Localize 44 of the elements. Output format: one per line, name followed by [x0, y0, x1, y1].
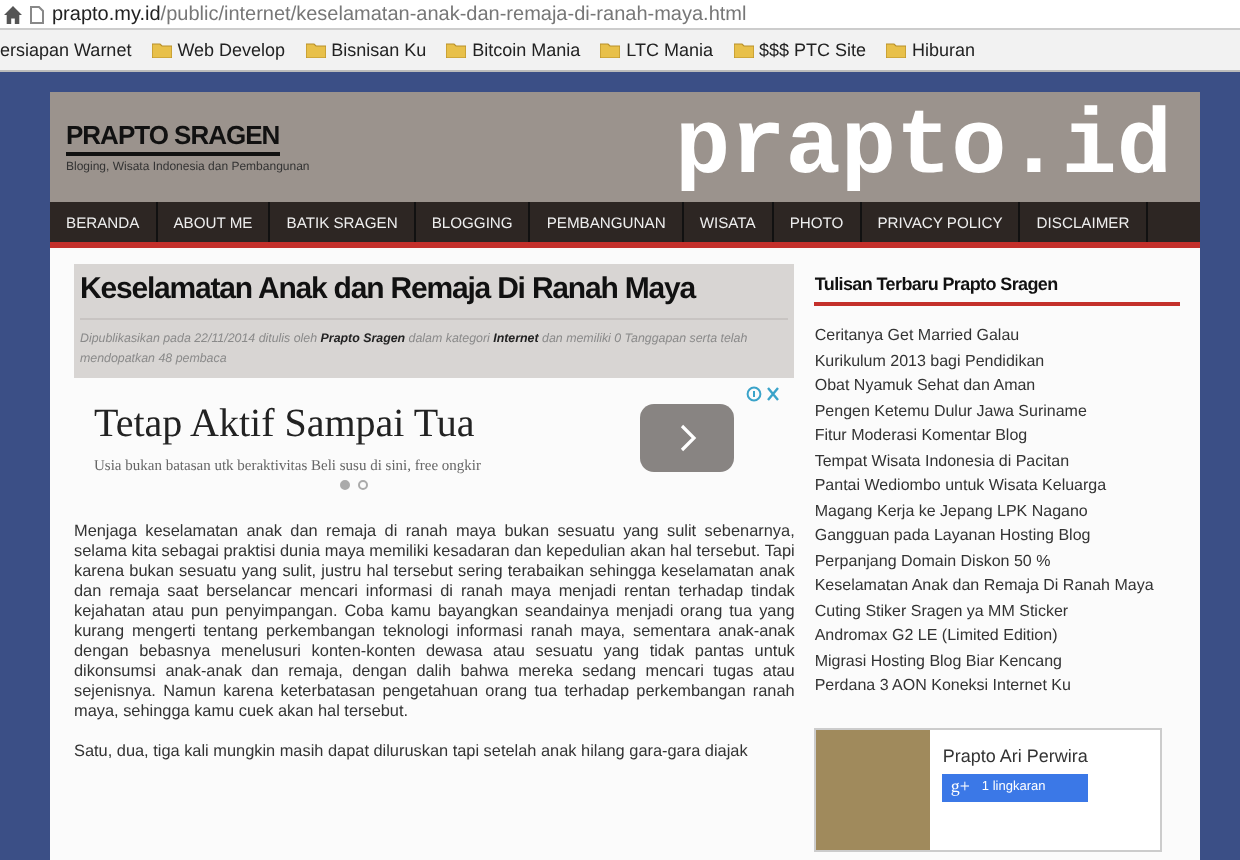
recent-post-link[interactable]: Pantai Wediombo untuk Wisata Keluarga: [814, 474, 1180, 499]
site-logo: prapto.id: [675, 101, 1172, 193]
folder-icon: [886, 42, 907, 58]
recent-post-link[interactable]: Cuting Stiker Sragen ya MM Sticker: [814, 599, 1180, 624]
folder-icon: [151, 42, 172, 58]
folder-icon: [446, 42, 467, 58]
recent-post-link[interactable]: Kurikulum 2013 bagi Pendidikan: [814, 349, 1180, 374]
folder-icon: [600, 42, 621, 58]
chevron-right-icon: [677, 421, 698, 454]
recent-post-link[interactable]: Tempat Wisata Indonesia di Pacitan: [814, 449, 1180, 474]
sidebar-heading: Tulisan Terbaru Prapto Sragen: [814, 264, 1180, 306]
recent-post-link[interactable]: Ceritanya Get Married Galau: [814, 324, 1180, 349]
photo-placeholder: [816, 729, 931, 849]
bookmark-link[interactable]: Web Develop: [177, 40, 286, 60]
bookmark-link[interactable]: ersiapan Warnet: [0, 40, 132, 60]
bookmark-link[interactable]: Bisnisan Ku: [331, 40, 427, 60]
recent-post-link[interactable]: Perpanjang Domain Diskon 50 %: [814, 549, 1180, 574]
carousel-dot[interactable]: [340, 479, 351, 490]
article-title: Keselamatan Anak dan Remaja Di Ranah Maya: [80, 272, 789, 320]
profile-name[interactable]: Prapto Ari Perwira: [942, 745, 1088, 765]
bookmark-link[interactable]: Bitcoin Mania: [472, 40, 581, 60]
recent-post-link[interactable]: Migrasi Hosting Blog Biar Kencang: [814, 649, 1180, 674]
recent-post-link[interactable]: Magang Kerja ke Jepang LPK Nagano: [814, 499, 1180, 524]
recent-post-link[interactable]: Andromax G2 LE (Limited Edition): [814, 624, 1180, 649]
recent-post-link[interactable]: Fitur Moderasi Komentar Blog: [814, 424, 1180, 449]
ad-headline[interactable]: Tetap Aktif Sampai Tua: [94, 401, 482, 448]
article-paragraph: Menjaga keselamatan anak dan remaja di ranah maya bukan sesuatu yang sulit sebenarnya, selama kita sebagai praktisi dunia maya memiliki kesadaran dan kepedulian akan hal tersebut. Tapi karena bukan sesuatu yang sulit, justru hal tersebut sering terabaikan sehingga keselamatan anak dan remaja saat berselancar mencari informasi di ranah maya menjadi rentan terhadap tindak kejahatan atau pun penyimpangan. Coba kamu bayangkan seandainya menjadi orang tua yang kurang mengerti tentang perkembangan teknologi informasi ranah maya, sementara anak-anak dengan bebasnya menelusuri konten-konten dewasa atau sesuatu yang tidak pantas untuk dikonsumsi anak-anak dan remaja, dengan dalih bahwa mereka sedang mencari tugas atau sejenisnya. Namun karena keterbatasan pengetahuan orang tua terhadap perkembangan ranah maya, sehingga kamu cuek akan hal tersebut.: [74, 521, 795, 722]
recent-post-link[interactable]: Gangguan pada Layanan Hosting Blog: [814, 524, 1180, 549]
site-title[interactable]: PRAPTO SRAGEN: [66, 120, 280, 156]
folder-icon: [733, 42, 753, 58]
recent-post-link[interactable]: Keselamatan Anak dan Remaja Di Ranah Maya: [814, 574, 1180, 599]
carousel-dot[interactable]: [358, 479, 369, 490]
ad-choices-icon[interactable]: [746, 385, 783, 402]
recent-post-link[interactable]: Pengen Ketemu Dulur Jawa Suriname: [814, 399, 1180, 424]
ad-next-button[interactable]: [640, 403, 735, 472]
article-paragraph: Satu, dua, tiga kali mungkin masih dapat diluruskan tapi setelah anak hilang gara-gara diajak: [74, 741, 750, 762]
bookmark-link[interactable]: LTC Mania: [626, 40, 713, 60]
recent-post-link[interactable]: Perdana 3 AON Koneksi Internet Ku: [814, 674, 1180, 699]
home-icon[interactable]: [4, 5, 22, 23]
page-icon: [30, 5, 44, 23]
bookmark-link[interactable]: $$$ PTC Site: [759, 40, 867, 60]
folder-icon: [305, 42, 326, 58]
bookmark-link[interactable]: Hiburan: [912, 40, 976, 60]
recent-post-link[interactable]: Obat Nyamuk Sehat dan Aman: [814, 374, 1180, 399]
